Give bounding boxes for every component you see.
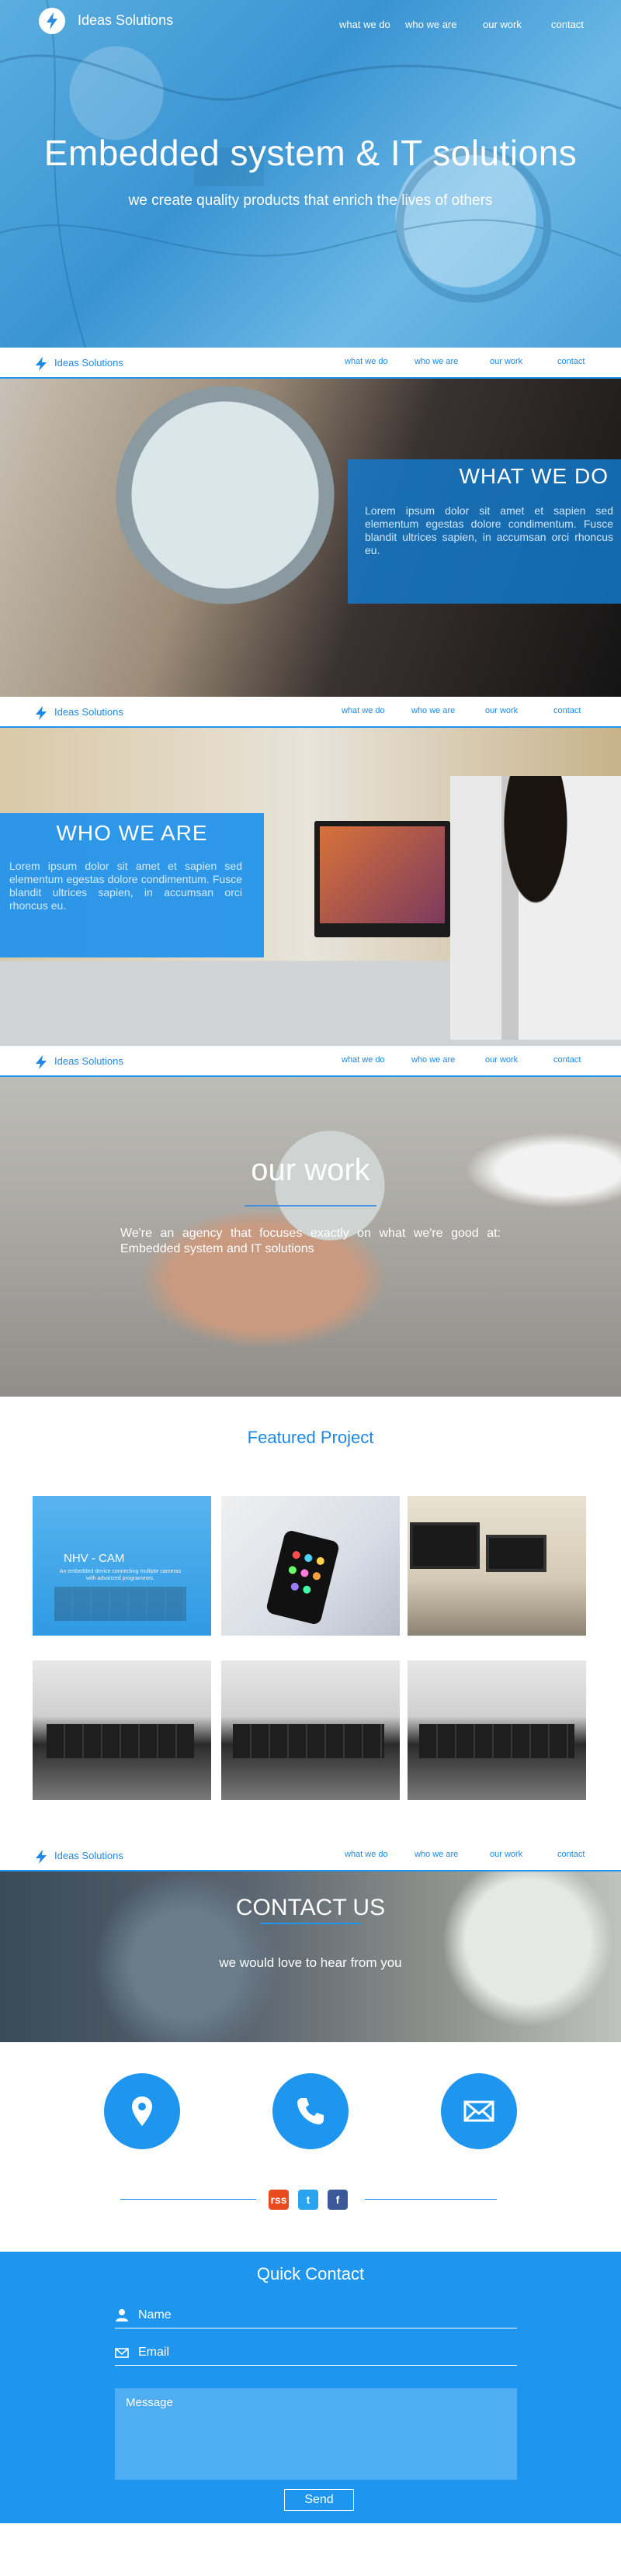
bolt-icon[interactable] [33,1054,50,1071]
phone-icon [297,2098,324,2124]
brand-name[interactable]: Ideas Solutions [54,706,123,718]
mail-icon [115,2348,129,2358]
phone-button[interactable] [272,2073,349,2149]
quick-contact-title: Quick Contact [256,2264,365,2283]
nav-who-we-are[interactable]: who we are [405,19,456,30]
nav-our-work[interactable]: our work [490,1850,522,1859]
nav-our-work[interactable]: our work [485,1055,518,1065]
sticky-navbar: Ideas Solutions what we do who we are ou… [0,697,621,728]
bolt-icon [47,12,57,29]
top-navbar: Ideas Solutions what we do who we are ou… [0,0,621,47]
laptop-image [486,1535,546,1572]
rss-icon[interactable]: rss [269,2190,289,2210]
location-button[interactable] [104,2073,180,2149]
nav-our-work[interactable]: our work [485,706,518,715]
mail-button[interactable] [441,2073,517,2149]
nav-who-we-are[interactable]: who we are [411,706,455,715]
user-icon [116,2309,128,2322]
app-dot [315,1556,325,1566]
what-we-do-text: Lorem ipsum dolor sit amet et sapien sed… [365,504,613,556]
person-image [450,776,621,1040]
brand-name[interactable]: Ideas Solutions [78,12,173,29]
nav-what-we-do[interactable]: what we do [342,706,385,715]
app-dot [311,1571,322,1581]
bolt-icon[interactable] [33,1848,50,1865]
thumbnail-detail [54,1587,186,1621]
field-underline [115,2365,517,2366]
facebook-icon[interactable]: f [328,2190,348,2210]
hero-background-wires [0,0,621,348]
app-dot [300,1568,310,1578]
sticky-navbar: Ideas Solutions what we do who we are ou… [0,1840,621,1871]
laptop-image [410,1522,480,1569]
hero-title: Embedded system & IT solutions [43,133,578,173]
app-dot [304,1553,314,1563]
message-field[interactable] [115,2388,517,2480]
quick-contact-section [0,2252,621,2523]
nav-what-we-do[interactable]: what we do [345,357,388,366]
brand-name[interactable]: Ideas Solutions [54,357,123,369]
divider [365,2199,497,2200]
contact-us-subtitle: we would love to hear from you [219,1955,402,1970]
title-underline [260,1923,361,1924]
device-row [419,1724,574,1758]
app-dot [290,1581,300,1591]
nav-who-we-are[interactable]: who we are [415,357,458,366]
brand-name[interactable]: Ideas Solutions [54,1850,123,1861]
nav-what-we-do[interactable]: what we do [339,19,390,30]
name-field[interactable] [138,2306,511,2325]
device-row [233,1724,384,1758]
nav-contact[interactable]: contact [551,19,584,30]
nav-what-we-do[interactable]: what we do [342,1055,385,1065]
footer-strip [0,2523,621,2576]
bolt-icon[interactable] [33,705,50,722]
divider [120,2199,256,2200]
hero-subtitle: we create quality products that enrich t… [128,192,493,209]
nav-who-we-are[interactable]: who we are [411,1055,455,1065]
app-dot [287,1565,297,1575]
who-we-are-text: Lorem ipsum dolor sit amet et sapien sed… [9,860,242,912]
featured-project-title: Featured Project [247,1428,374,1447]
what-we-do-title: WHAT WE DO [459,464,609,488]
who-we-are-title: WHO WE ARE [56,821,208,845]
logo[interactable] [39,8,65,34]
sticky-navbar: Ideas Solutions what we do who we are ou… [0,348,621,379]
title-underline [245,1205,376,1207]
email-field[interactable] [138,2343,511,2362]
hero-section [0,0,621,348]
twitter-icon[interactable]: t [298,2190,318,2210]
nav-contact[interactable]: contact [553,706,581,715]
project-label: NHV - CAM [64,1552,125,1565]
app-dot [302,1584,312,1594]
app-dot [291,1550,301,1560]
page: Ideas Solutions what we do who we are ou… [0,0,621,2576]
bolt-icon[interactable] [33,355,50,372]
nav-contact[interactable]: contact [557,357,585,366]
location-icon [132,2096,152,2126]
send-button[interactable]: Send [284,2489,354,2511]
project-caption: An embedded device connecting multiple c… [59,1569,182,1581]
nav-contact[interactable]: contact [557,1850,585,1859]
nav-what-we-do[interactable]: what we do [345,1850,388,1859]
nav-our-work[interactable]: our work [490,357,522,366]
contact-us-title: CONTACT US [235,1895,386,1920]
sticky-navbar: Ideas Solutions what we do who we are ou… [0,1046,621,1077]
nav-who-we-are[interactable]: who we are [415,1850,458,1859]
device-row [47,1724,194,1758]
nav-our-work[interactable]: our work [483,19,522,30]
mail-icon [463,2100,494,2122]
our-work-text: We're an agency that focuses exactly on … [120,1227,501,1255]
our-work-title: our work [251,1153,370,1187]
brand-name[interactable]: Ideas Solutions [54,1055,123,1067]
monitor-screen [320,826,445,923]
nav-contact[interactable]: contact [553,1055,581,1065]
